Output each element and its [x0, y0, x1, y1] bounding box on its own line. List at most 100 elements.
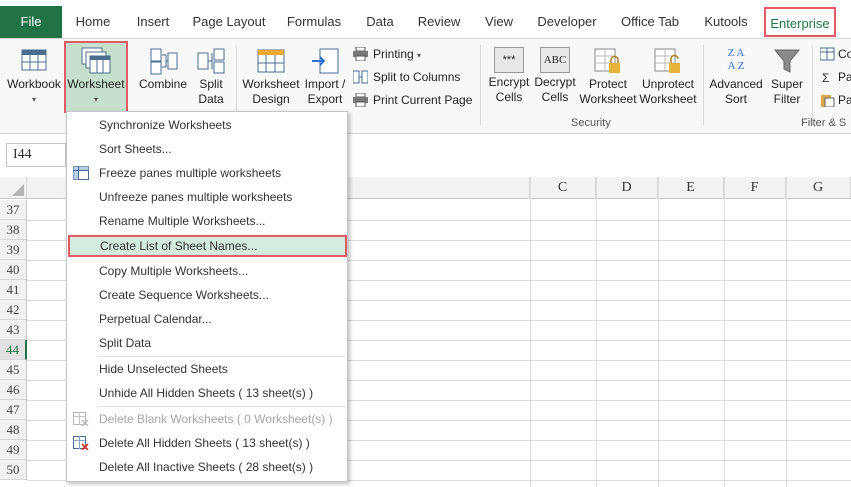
printing-button[interactable]: Printing ▾ [353, 45, 421, 63]
sort-az-icon: Z A A Z [722, 47, 750, 75]
menu-item-unfreeze-panes[interactable]: Unfreeze panes multiple worksheets [67, 186, 347, 208]
name-box[interactable]: I44 [6, 143, 66, 167]
row-header[interactable]: 43 [0, 320, 27, 340]
column-header-f[interactable]: F [724, 177, 786, 199]
corner-triangle-icon [12, 184, 24, 196]
right-ribbon-item-1[interactable]: Co [820, 45, 851, 63]
tab-data[interactable]: Data [362, 10, 398, 34]
decrypt-icon: ABC [540, 47, 570, 73]
super-filter-label-line2: Filter [773, 92, 801, 106]
menu-item-perpetual-calendar[interactable]: Perpetual Calendar... [67, 308, 347, 330]
row-header[interactable]: 39 [0, 240, 27, 260]
workbook-icon [21, 49, 47, 71]
encrypt-cells-label-line2: Cells [495, 90, 523, 104]
menu-item-delete-all-inactive-sheets[interactable]: Delete All Inactive Sheets ( 28 sheet(s)… [67, 456, 347, 478]
unprotect-worksheet-label-line2: Worksheet [639, 92, 697, 106]
workbook-label: Workbook [7, 77, 61, 91]
right-ribbon-item-3[interactable]: Pa [820, 91, 851, 109]
print-current-page-button[interactable]: Print Current Page [353, 91, 472, 109]
encrypt-cells-button[interactable]: *** Encrypt Cells [484, 47, 534, 105]
tab-view[interactable]: View [481, 10, 517, 34]
combine-button[interactable]: Combine [134, 47, 192, 92]
row-header[interactable]: 38 [0, 220, 27, 240]
menu-item-synchronize-worksheets[interactable]: Synchronize Worksheets [67, 114, 347, 136]
row-header[interactable]: 41 [0, 280, 27, 300]
right-ribbon-item-2[interactable]: Σ Pa [820, 68, 851, 86]
tab-insert[interactable]: Insert [132, 10, 174, 34]
row-header[interactable]: 46 [0, 380, 27, 400]
row-header[interactable]: 45 [0, 360, 27, 380]
menu-item-create-list-of-sheet-names[interactable]: Create List of Sheet Names... [68, 235, 347, 257]
select-all-corner[interactable] [0, 177, 27, 199]
row-header[interactable]: 49 [0, 440, 27, 460]
column-header-e[interactable]: E [658, 177, 724, 199]
row-header-active[interactable]: 44 [0, 340, 27, 360]
super-filter-button[interactable]: Super Filter [766, 47, 808, 107]
chevron-down-icon: ▾ [417, 51, 422, 60]
menu-item-rename-worksheets[interactable]: Rename Multiple Worksheets... [67, 210, 347, 232]
tab-page-layout[interactable]: Page Layout [192, 10, 266, 34]
unprotect-worksheet-button[interactable]: Unprotect Worksheet [637, 47, 699, 107]
menu-item-delete-blank-worksheets[interactable]: Delete Blank Worksheets ( 0 Worksheet(s)… [67, 408, 347, 430]
split-data-icon [197, 48, 225, 74]
tab-kutools[interactable]: Kutools [701, 10, 751, 34]
menu-item-label: Rename Multiple Worksheets... [99, 214, 266, 228]
column-header-g[interactable]: G [786, 177, 851, 199]
tab-review[interactable]: Review [416, 10, 462, 34]
worksheet-label: Worksheet [67, 77, 125, 91]
advanced-sort-button[interactable]: Z A A Z Advanced Sort [706, 47, 766, 107]
worksheet-button-content[interactable]: Worksheet ▾ [66, 47, 126, 107]
right-ribbon-item-1-label: Co [838, 47, 851, 61]
tab-office-tab[interactable]: Office Tab [617, 10, 683, 34]
row-header[interactable]: 37 [0, 200, 27, 220]
funnel-icon [773, 49, 801, 73]
split-to-columns-button[interactable]: Split to Columns [353, 68, 460, 86]
import-export-icon [312, 48, 339, 74]
row-header[interactable]: 48 [0, 420, 27, 440]
import-export-button[interactable]: Import / Export [300, 47, 350, 107]
tab-developer[interactable]: Developer [535, 10, 599, 34]
menu-separator [97, 356, 345, 357]
menu-item-label: Perpetual Calendar... [99, 312, 212, 326]
row-header[interactable]: 47 [0, 400, 27, 420]
decrypt-cells-button[interactable]: ABC Decrypt Cells [532, 47, 578, 105]
menu-item-label: Delete All Hidden Sheets ( 13 sheet(s) ) [99, 436, 310, 450]
chevron-down-icon: ▾ [93, 95, 98, 104]
menu-item-freeze-panes[interactable]: Freeze panes multiple worksheets [67, 162, 347, 184]
tab-enterprise[interactable]: Enterprise [764, 7, 836, 37]
print-current-page-label: Print Current Page [373, 93, 473, 107]
row-header[interactable]: 42 [0, 300, 27, 320]
decrypt-cells-label-line2: Cells [541, 90, 569, 104]
menu-item-label: Unhide All Hidden Sheets ( 13 sheet(s) ) [99, 386, 314, 400]
tab-home[interactable]: Home [72, 10, 114, 34]
menu-item-create-sequence-worksheets[interactable]: Create Sequence Worksheets... [67, 284, 347, 306]
menu-item-delete-all-hidden-sheets[interactable]: Delete All Hidden Sheets ( 13 sheet(s) ) [67, 432, 347, 454]
column-header-d[interactable]: D [596, 177, 658, 199]
menu-item-label: Synchronize Worksheets [99, 118, 232, 132]
menu-item-copy-worksheets[interactable]: Copy Multiple Worksheets... [67, 260, 347, 282]
svg-text:Σ: Σ [822, 71, 829, 84]
import-export-label-line2: Export [307, 92, 343, 106]
tab-formulas[interactable]: Formulas [284, 10, 344, 34]
workbook-button[interactable]: Workbook ▾ [4, 47, 64, 107]
split-columns-icon [353, 70, 368, 84]
super-filter-label-line1: Super [770, 77, 804, 91]
menu-item-hide-unselected-sheets[interactable]: Hide Unselected Sheets [67, 358, 347, 380]
menu-item-unhide-all-hidden-sheets[interactable]: Unhide All Hidden Sheets ( 13 sheet(s) ) [67, 382, 347, 404]
row-header[interactable]: 40 [0, 260, 27, 280]
printer-icon [353, 47, 368, 61]
table-icon [820, 47, 835, 61]
encrypt-icon: *** [494, 47, 524, 73]
protect-worksheet-button[interactable]: Protect Worksheet [578, 47, 638, 107]
worksheet-design-button[interactable]: Worksheet Design [240, 47, 302, 107]
unprotect-worksheet-label-line1: Unprotect [641, 77, 695, 91]
menu-item-sort-sheets[interactable]: Sort Sheets... [67, 138, 347, 160]
menu-item-label: Hide Unselected Sheets [99, 362, 228, 376]
tab-file[interactable]: File [0, 6, 62, 38]
menu-separator [97, 406, 345, 407]
menu-item-split-data[interactable]: Split Data [67, 332, 347, 354]
split-data-label-line2: Data [198, 92, 224, 106]
split-data-button[interactable]: Split Data [192, 47, 230, 107]
column-header-c[interactable]: C [530, 177, 596, 199]
row-header[interactable]: 50 [0, 460, 27, 480]
